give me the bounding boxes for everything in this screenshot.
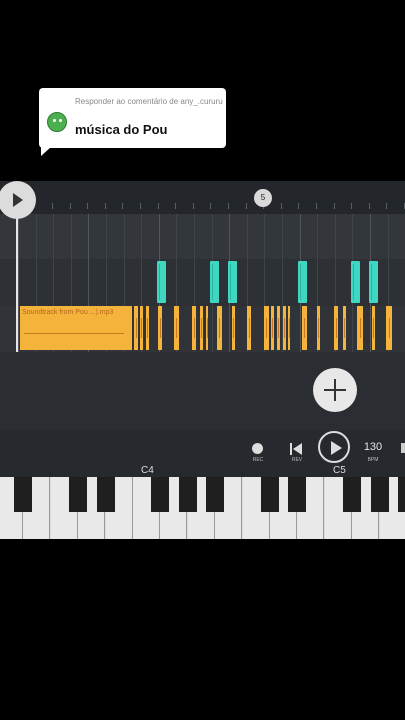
audio-slice[interactable] xyxy=(386,306,392,350)
ruler-tick xyxy=(316,203,317,209)
track-lane-1[interactable] xyxy=(0,214,405,259)
audio-slice[interactable] xyxy=(283,306,286,350)
audio-slice[interactable] xyxy=(200,306,203,350)
audio-slice[interactable] xyxy=(334,306,338,350)
ruler-tick xyxy=(386,203,387,209)
transport-play-button[interactable] xyxy=(318,431,350,463)
ruler-tick xyxy=(228,203,229,209)
playhead-line[interactable] xyxy=(16,214,18,352)
reply-comment-bubble[interactable]: Responder ao comentário de any_.cururu m… xyxy=(39,88,226,156)
timeline-ruler[interactable] xyxy=(0,181,405,214)
black-key[interactable] xyxy=(288,477,306,512)
ruler-tick xyxy=(281,203,282,209)
audio-slice[interactable] xyxy=(357,306,363,350)
grid-line xyxy=(18,214,19,352)
ruler-tick xyxy=(298,203,299,209)
reply-to-label: Responder ao comentário de any_.cururu xyxy=(75,97,223,106)
ruler-tick xyxy=(351,203,352,209)
audio-slice[interactable] xyxy=(277,306,280,350)
audio-clip[interactable]: Soundtrack from Pou ...).mp3 xyxy=(20,306,132,350)
ruler-tick xyxy=(246,203,247,209)
audio-slice[interactable] xyxy=(206,306,208,350)
audio-slice[interactable] xyxy=(247,306,251,350)
black-key[interactable] xyxy=(261,477,279,512)
track-lane-2[interactable] xyxy=(0,259,405,306)
black-key[interactable] xyxy=(14,477,32,512)
black-key[interactable] xyxy=(398,477,405,512)
rec-label: REC xyxy=(252,457,264,463)
ruler-tick xyxy=(105,203,106,209)
audio-slice[interactable] xyxy=(317,306,320,350)
black-key[interactable] xyxy=(206,477,224,512)
ruler-tick xyxy=(369,203,370,209)
midi-note[interactable] xyxy=(157,261,166,303)
audio-slice[interactable] xyxy=(232,306,235,350)
audio-slice[interactable] xyxy=(140,306,143,350)
rewind-button-icon[interactable] xyxy=(290,443,304,455)
ruler-tick xyxy=(210,203,211,209)
audio-slice[interactable] xyxy=(158,306,162,350)
black-key[interactable] xyxy=(151,477,169,512)
audio-clip-label: Soundtrack from Pou ...).mp3 xyxy=(22,309,114,316)
midi-note[interactable] xyxy=(210,261,219,303)
ruler-tick xyxy=(175,203,176,209)
commenter-avatar-icon xyxy=(47,112,67,132)
ruler-tick xyxy=(193,203,194,209)
ruler-tick xyxy=(334,203,335,209)
ruler-tick xyxy=(52,203,53,209)
ruler-tick xyxy=(122,203,123,209)
audio-slice[interactable] xyxy=(343,306,346,350)
audio-slice[interactable] xyxy=(288,306,290,350)
audio-slice[interactable] xyxy=(302,306,307,350)
audio-slice[interactable] xyxy=(134,306,138,350)
ruler-tick xyxy=(158,203,159,209)
midi-note[interactable] xyxy=(369,261,378,303)
record-button-icon[interactable] xyxy=(252,443,263,454)
ruler-tick xyxy=(140,203,141,209)
transport-bar: REC REV 130 BPM xyxy=(0,430,405,470)
bar-marker[interactable]: 5 xyxy=(254,189,272,207)
black-key[interactable] xyxy=(69,477,87,512)
audio-slice[interactable] xyxy=(271,306,274,350)
rev-label: REV xyxy=(291,457,303,463)
audio-slice[interactable] xyxy=(174,306,179,350)
audio-slice[interactable] xyxy=(372,306,375,350)
black-key[interactable] xyxy=(97,477,115,512)
audio-waveform xyxy=(24,333,124,334)
black-key[interactable] xyxy=(179,477,197,512)
black-key[interactable] xyxy=(371,477,389,512)
audio-slice[interactable] xyxy=(264,306,269,350)
ruler-tick xyxy=(87,203,88,209)
audio-slice[interactable] xyxy=(146,306,149,350)
midi-note[interactable] xyxy=(351,261,360,303)
midi-note[interactable] xyxy=(228,261,237,303)
bpm-label: BPM xyxy=(367,457,379,463)
daw-app: 5 Soundtrack from Pou ...).mp3 REC REV 1… xyxy=(0,181,405,539)
add-track-button[interactable] xyxy=(313,368,357,412)
audio-slice[interactable] xyxy=(217,306,222,350)
octave-label-c5: C5 xyxy=(333,465,346,476)
midi-note[interactable] xyxy=(298,261,307,303)
comment-text: música do Pou xyxy=(75,122,168,137)
ruler-tick xyxy=(70,203,71,209)
piano-keyboard[interactable]: C4 C5 xyxy=(0,465,405,539)
audio-slice[interactable] xyxy=(192,306,196,350)
octave-label-c4: C4 xyxy=(141,465,154,476)
black-key[interactable] xyxy=(343,477,361,512)
more-arrow-icon[interactable] xyxy=(401,443,405,453)
bpm-value[interactable]: 130 xyxy=(359,441,387,453)
